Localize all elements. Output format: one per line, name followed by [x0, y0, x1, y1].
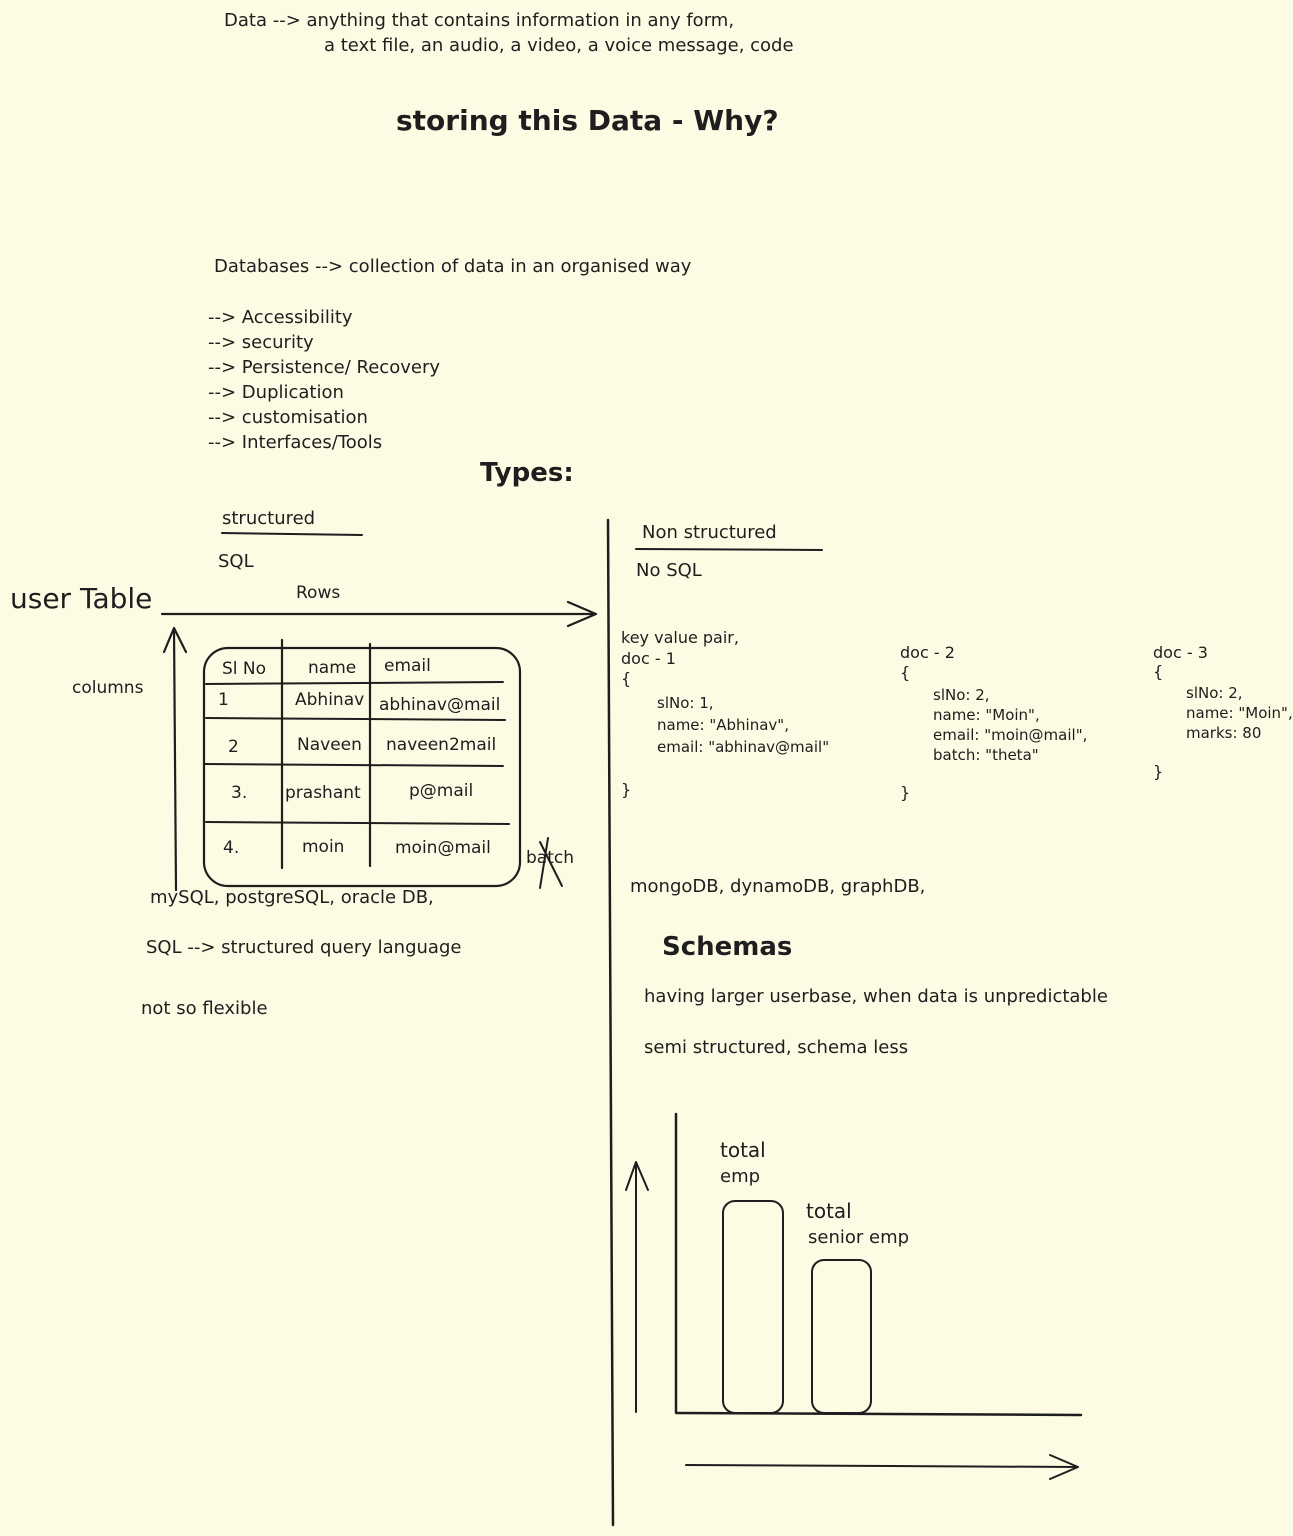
semi-structured-note: semi structured, schema less — [644, 1037, 909, 1058]
struck-column-label: batch — [526, 848, 574, 868]
databases-definition: Databases --> collection of data in an o… — [214, 256, 692, 277]
nosql-label: No SQL — [636, 560, 702, 581]
doc-field: name: "Moin", — [933, 706, 1040, 724]
doc-close-brace: } — [900, 783, 911, 802]
doc-field: slNo: 2, — [933, 686, 990, 704]
benefit-item: --> Persistence/ Recovery — [208, 357, 440, 378]
doc-field: marks: 80 — [1186, 724, 1262, 742]
benefit-item: --> Accessibility — [208, 307, 353, 328]
rows-label: Rows — [296, 583, 341, 603]
table-cell: moin — [302, 837, 345, 857]
doc-open-brace: { — [1153, 662, 1164, 681]
chart-right-arrow — [685, 1454, 1079, 1480]
nosql-examples: mongoDB, dynamoDB, graphDB, — [630, 876, 926, 897]
doc-open-brace: { — [621, 669, 632, 688]
benefit-item: --> Duplication — [208, 382, 344, 403]
non-structured-underline — [635, 548, 823, 551]
table-row-divider-2 — [205, 717, 506, 721]
sketch-lines — [160, 518, 1083, 1527]
table-row-divider-4 — [205, 821, 510, 825]
table-header-cell: name — [308, 658, 357, 678]
chart-up-arrow — [625, 1161, 649, 1413]
doc-field: name: "Abhinav", — [657, 716, 789, 734]
rows-arrow — [160, 600, 598, 628]
doc-title: doc - 3 — [1153, 643, 1208, 662]
table-cell: abhinav@mail — [379, 695, 501, 715]
structured-underline — [221, 532, 363, 536]
table-row-divider-3 — [204, 763, 504, 767]
table-cell: prashant — [285, 783, 361, 803]
benefit-item: --> customisation — [208, 407, 368, 428]
bar-label-line-2: senior emp — [808, 1227, 910, 1248]
key-value-label: key value pair, — [621, 628, 739, 647]
table-cell: Abhinav — [295, 690, 365, 710]
types-heading: Types: — [480, 458, 574, 488]
sql-label: SQL — [218, 551, 254, 572]
doc-field: slNo: 2, — [1186, 684, 1243, 702]
table-row-divider-1 — [205, 681, 504, 685]
central-divider — [606, 518, 615, 1527]
table-cell: moin@mail — [395, 838, 491, 858]
table-cell: p@mail — [409, 781, 474, 801]
flexibility-note: not so flexible — [141, 998, 268, 1019]
bar-total-emp — [722, 1200, 784, 1414]
bar-label-line-2: emp — [720, 1166, 761, 1187]
doc-field: email: "moin@mail", — [933, 726, 1088, 744]
table-cell: 4. — [223, 838, 240, 858]
intro-line-1: Data --> anything that contains informat… — [224, 10, 735, 31]
columns-arrow — [162, 626, 188, 892]
doc-field: batch: "theta" — [933, 746, 1039, 764]
table-cell: 1 — [218, 690, 229, 710]
benefit-item: --> security — [208, 332, 314, 353]
table-header-cell: email — [384, 656, 431, 676]
doc-close-brace: } — [1153, 762, 1164, 781]
doc-open-brace: { — [900, 663, 911, 682]
table-cell: 2 — [228, 737, 239, 757]
non-structured-heading: Non structured — [642, 522, 777, 543]
doc-field: name: "Moin", — [1186, 704, 1293, 722]
benefit-item: --> Interfaces/Tools — [208, 432, 383, 453]
doc-close-brace: } — [621, 780, 632, 799]
sql-examples: mySQL, postgreSQL, oracle DB, — [150, 887, 434, 908]
table-cell: naveen2mail — [386, 735, 497, 755]
nosql-use-case: having larger userbase, when data is unp… — [644, 986, 1108, 1007]
doc-title: doc - 2 — [900, 643, 955, 662]
doc-field: slNo: 1, — [657, 694, 714, 712]
heading-why: storing this Data - Why? — [396, 104, 779, 137]
table-cell: Naveen — [297, 735, 362, 755]
sql-definition: SQL --> structured query language — [146, 937, 462, 958]
table-cell: 3. — [231, 783, 248, 803]
intro-line-2: a text file, an audio, a video, a voice … — [324, 35, 794, 56]
structured-heading: structured — [222, 508, 316, 529]
schemas-heading: Schemas — [662, 932, 793, 962]
table-title: user Table — [10, 582, 153, 615]
bar-label-line-1: total — [720, 1138, 766, 1162]
table-header-cell: Sl No — [222, 659, 267, 679]
bar-label-line-1: total — [806, 1199, 852, 1223]
bar-total-senior-emp — [811, 1259, 872, 1414]
columns-label: columns — [72, 678, 144, 698]
doc-field: email: "abhinav@mail" — [657, 738, 830, 756]
doc-title: doc - 1 — [621, 649, 676, 668]
